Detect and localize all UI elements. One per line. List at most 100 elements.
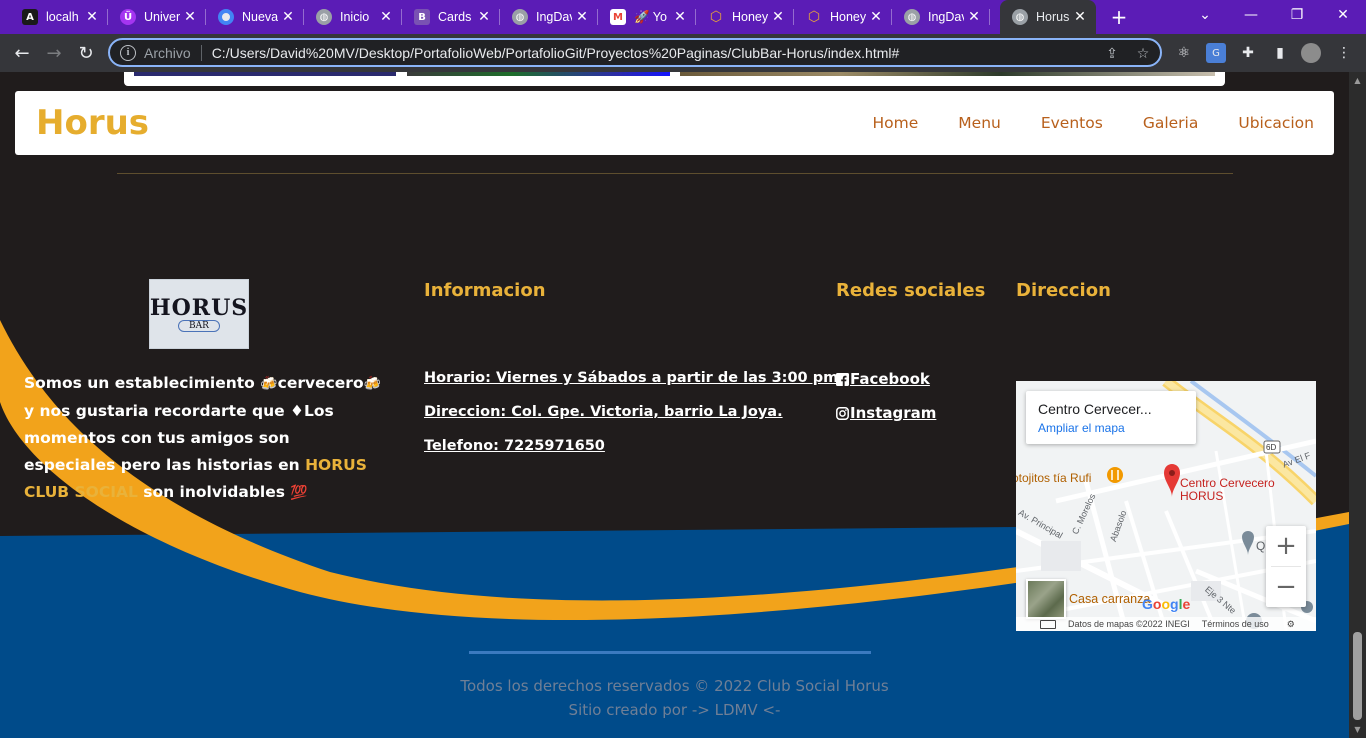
tab-honey-2[interactable]: ⬡ Honey ✕ xyxy=(794,0,892,34)
poi-label: Q xyxy=(1256,539,1266,553)
tab-title: Nueva xyxy=(242,10,278,24)
pin-label: Centro Cervecero HORUS xyxy=(1180,477,1275,503)
close-icon[interactable]: ✕ xyxy=(1072,9,1088,25)
url-text[interactable]: C:/Users/David%20MV/Desktop/PortafolioWe… xyxy=(212,45,900,61)
close-icon[interactable]: ✕ xyxy=(378,9,394,25)
tab-localhost[interactable]: A localh ✕ xyxy=(10,0,108,34)
settings-icon[interactable]: ⚙ xyxy=(1287,619,1295,630)
close-icon[interactable]: ✕ xyxy=(182,9,198,25)
close-icon[interactable]: ✕ xyxy=(84,9,100,25)
menu-icon[interactable]: ⋮ xyxy=(1334,43,1354,63)
site-navbar: Horus Home Menu Eventos Galeria Ubicacio… xyxy=(15,91,1334,155)
tab-ingdav-2[interactable]: ◍ IngDav ✕ xyxy=(892,0,990,34)
map-terms-link[interactable]: Términos de uso xyxy=(1202,619,1269,629)
tab-ingdav[interactable]: ◍ IngDav ✕ xyxy=(500,0,598,34)
nav-links: Home Menu Eventos Galeria Ubicacion xyxy=(873,91,1315,155)
nav-link-galeria[interactable]: Galeria xyxy=(1143,114,1199,132)
tab-search-icon[interactable]: ⌄ xyxy=(1182,0,1228,30)
bookmark-star-icon[interactable]: ☆ xyxy=(1134,45,1152,63)
enlarge-map-link[interactable]: Ampliar el mapa xyxy=(1038,421,1184,435)
phone-link[interactable]: Telefono: 7225971650 xyxy=(424,438,605,454)
globe-icon: ◍ xyxy=(316,9,332,25)
tab-title: Honey xyxy=(732,10,768,24)
instagram-icon xyxy=(836,406,849,420)
facebook-label: Facebook xyxy=(850,370,930,388)
tab-title: Inicio xyxy=(340,10,370,24)
new-tab-button[interactable]: + xyxy=(1099,0,1139,34)
poi-label: Casa carranza xyxy=(1069,592,1151,606)
credit-text: Sitio creado por -> LDMV <- xyxy=(568,701,781,719)
forward-button[interactable]: → xyxy=(40,39,68,67)
scroll-down-icon[interactable]: ▼ xyxy=(1349,721,1366,738)
beer-icon: 🍻 xyxy=(363,376,382,392)
tab-title: IngDav xyxy=(536,10,572,24)
tab-horus[interactable]: ◍ Horus ✕ xyxy=(1000,0,1096,34)
gmail-icon: M xyxy=(610,9,626,25)
google-logo: Google xyxy=(1142,596,1191,612)
facebook-link[interactable]: Facebook xyxy=(836,370,930,388)
scrollbar[interactable]: ▲ ▼ xyxy=(1349,72,1366,738)
place-card: Centro Cervecer... Ampliar el mapa xyxy=(1026,391,1196,444)
close-icon[interactable]: ✕ xyxy=(280,9,296,25)
pin-label-line: HORUS xyxy=(1180,489,1224,503)
keyboard-icon[interactable] xyxy=(1040,619,1056,629)
share-icon[interactable]: ⇪ xyxy=(1103,45,1121,63)
map-footer: Datos de mapas ©2022 INEGI Términos de u… xyxy=(1016,617,1316,631)
about-text-part: cervecero xyxy=(277,374,364,392)
divider xyxy=(200,44,202,61)
side-panel-icon[interactable]: ▮ xyxy=(1270,43,1290,63)
hundred-icon: 💯 xyxy=(290,485,308,501)
brand-logo[interactable]: Horus xyxy=(36,103,149,143)
translate-icon[interactable]: G xyxy=(1206,43,1226,63)
tab-gmail[interactable]: M 🚀 Yo ✕ xyxy=(598,0,696,34)
tab-title: Cards xyxy=(438,10,472,24)
satellite-toggle[interactable] xyxy=(1026,579,1066,619)
angular-icon: A xyxy=(22,9,38,25)
nav-link-ubicacion[interactable]: Ubicacion xyxy=(1238,114,1314,132)
tab-nueva[interactable]: Nueva ✕ xyxy=(206,0,304,34)
google-map[interactable]: Centro Cervecer... Ampliar el mapa Centr… xyxy=(1016,381,1316,631)
place-name: Centro Cervecer... xyxy=(1038,401,1152,417)
scrollbar-thumb[interactable] xyxy=(1353,632,1362,720)
zoom-in-button[interactable]: + xyxy=(1266,526,1306,566)
tab-title: Horus xyxy=(1036,10,1070,24)
zoom-out-button[interactable]: − xyxy=(1266,567,1306,607)
section-divider xyxy=(117,173,1233,174)
bootstrap-icon: B xyxy=(414,9,430,25)
tab-honey-1[interactable]: ⬡ Honey ✕ xyxy=(696,0,794,34)
globe-icon: ◍ xyxy=(512,9,528,25)
back-button[interactable]: ← xyxy=(8,39,36,67)
footer-logo: HORUS BAR xyxy=(149,279,249,349)
react-devtools-icon[interactable]: ⚛ xyxy=(1174,43,1194,63)
tab-strip: A localh ✕ Ü Univer ✕ Nueva ✕ ◍ Inicio ✕… xyxy=(0,0,1366,34)
info-icon[interactable]: i xyxy=(120,44,136,61)
nav-link-menu[interactable]: Menu xyxy=(958,114,1001,132)
close-window-button[interactable]: ✕ xyxy=(1320,0,1366,30)
address-heading: Direccion xyxy=(1016,280,1111,301)
facebook-icon xyxy=(836,372,849,386)
restore-button[interactable]: ❐ xyxy=(1274,0,1320,30)
info-heading: Informacion xyxy=(424,280,546,301)
tab-inicio[interactable]: ◍ Inicio ✕ xyxy=(304,0,402,34)
instagram-link[interactable]: Instagram xyxy=(836,404,936,422)
nav-link-eventos[interactable]: Eventos xyxy=(1041,114,1103,132)
nav-link-home[interactable]: Home xyxy=(873,114,919,132)
tab-cards[interactable]: B Cards ✕ xyxy=(402,0,500,34)
close-icon[interactable]: ✕ xyxy=(868,9,884,25)
close-icon[interactable]: ✕ xyxy=(476,9,492,25)
address-link[interactable]: Direccion: Col. Gpe. Victoria, barrio La… xyxy=(424,404,783,420)
scroll-up-icon[interactable]: ▲ xyxy=(1349,72,1366,89)
address-bar[interactable]: i Archivo C:/Users/David%20MV/Desktop/Po… xyxy=(108,38,1162,67)
extensions-icon[interactable]: ✚ xyxy=(1238,43,1258,63)
tab-univer[interactable]: Ü Univer ✕ xyxy=(108,0,206,34)
map-data-credit: Datos de mapas ©2022 INEGI xyxy=(1068,619,1190,629)
close-icon[interactable]: ✕ xyxy=(672,9,688,25)
close-icon[interactable]: ✕ xyxy=(770,9,786,25)
schedule-link[interactable]: Horario: Viernes y Sábados a partir de l… xyxy=(424,370,838,386)
avatar[interactable] xyxy=(1301,43,1321,63)
close-icon[interactable]: ✕ xyxy=(966,9,982,25)
minimize-button[interactable]: — xyxy=(1228,0,1274,30)
close-icon[interactable]: ✕ xyxy=(574,9,590,25)
reload-button[interactable]: ↻ xyxy=(72,39,100,67)
beer-icon: 🍻 xyxy=(260,376,278,392)
